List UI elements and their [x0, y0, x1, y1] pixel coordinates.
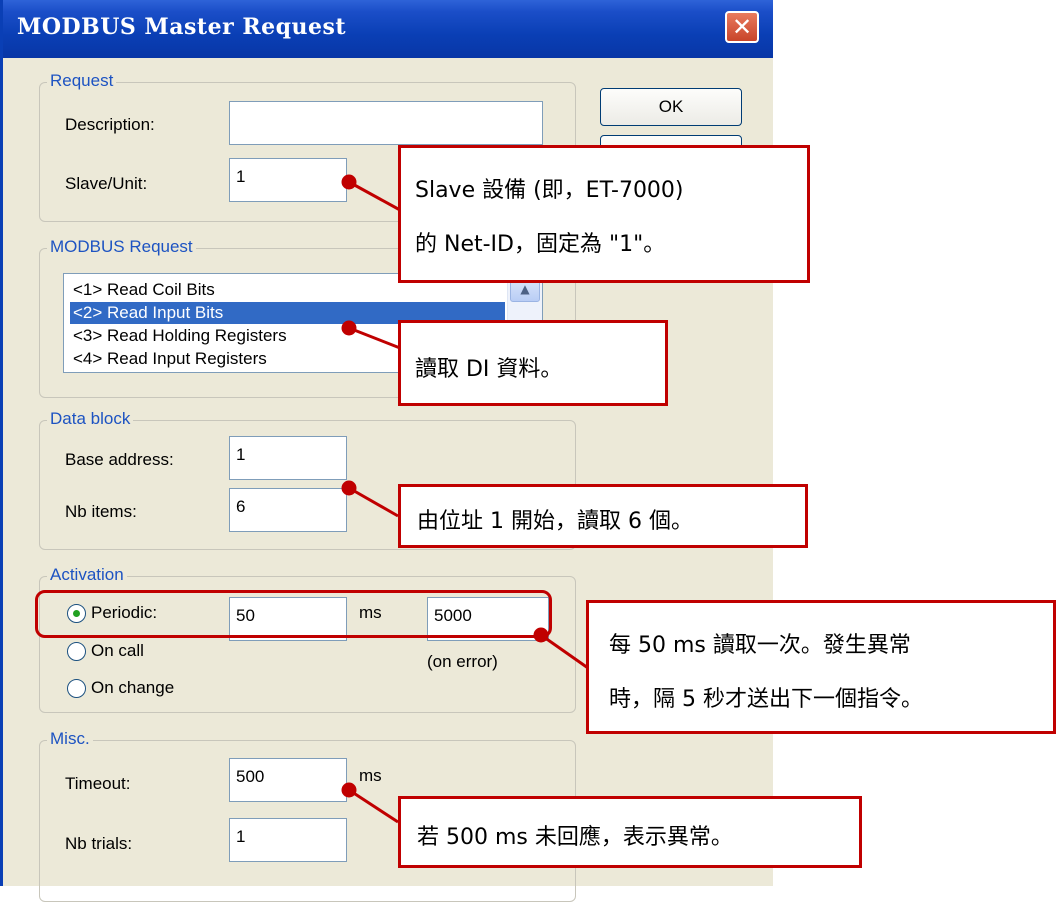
timeout-callout: 若 500 ms 未回應，表示異常。	[398, 796, 862, 868]
slave-callout-line2: 的 Net-ID，固定為 "1"。	[415, 232, 666, 257]
request-callout-text: 讀取 DI 資料。	[415, 357, 563, 382]
activation-callout-line1: 每 50 ms 讀取一次。發生異常	[609, 633, 911, 658]
connector-line	[348, 486, 399, 518]
callout-connectors	[341, 174, 589, 824]
connector-line	[540, 633, 589, 670]
connector-dot	[341, 320, 357, 336]
connector-line	[348, 180, 401, 212]
connector-dot	[341, 480, 357, 496]
connector-line	[348, 326, 401, 350]
connector-dot	[341, 174, 357, 190]
slave-callout: Slave 設備 (即，ET-7000) 的 Net-ID，固定為 "1"。	[398, 145, 810, 283]
request-callout: 讀取 DI 資料。	[398, 320, 668, 406]
connector-line	[348, 788, 399, 824]
activation-callout: 每 50 ms 讀取一次。發生異常 時，隔 5 秒才送出下一個指令。	[586, 600, 1056, 734]
data-block-callout-text: 由位址 1 開始，讀取 6 個。	[417, 509, 693, 534]
activation-callout-line2: 時，隔 5 秒才送出下一個指令。	[609, 687, 923, 712]
slave-callout-line1: Slave 設備 (即，ET-7000)	[415, 178, 684, 203]
connector-dot	[533, 627, 549, 643]
connector-dot	[341, 782, 357, 798]
data-block-callout: 由位址 1 開始，讀取 6 個。	[398, 484, 808, 548]
timeout-callout-text: 若 500 ms 未回應，表示異常。	[417, 825, 733, 850]
